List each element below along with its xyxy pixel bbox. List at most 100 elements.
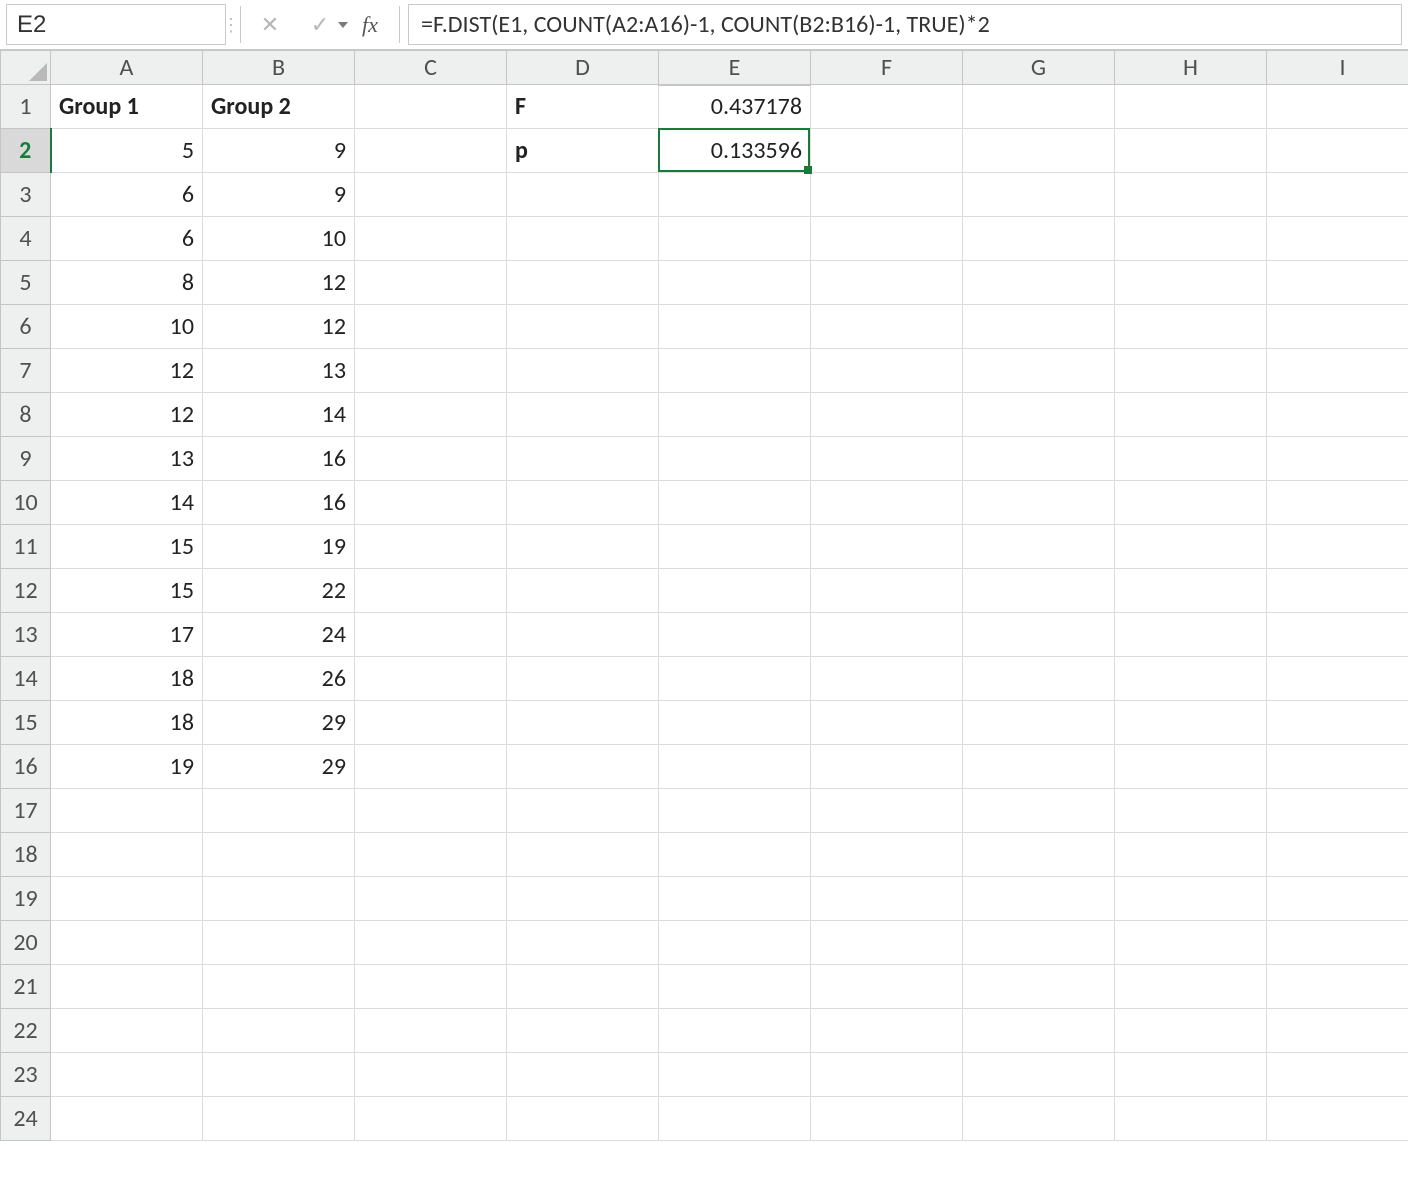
cell-H2[interactable]	[1115, 129, 1267, 173]
cell-H9[interactable]	[1115, 437, 1267, 481]
cell-C13[interactable]	[355, 613, 507, 657]
cell-A14[interactable]: 18	[51, 657, 203, 701]
cell-H23[interactable]	[1115, 1053, 1267, 1097]
cell-G4[interactable]	[963, 217, 1115, 261]
cell-C7[interactable]	[355, 349, 507, 393]
cell-G20[interactable]	[963, 921, 1115, 965]
cell-A6[interactable]: 10	[51, 305, 203, 349]
worksheet[interactable]: A B C D E F G H I 1Group 1Group 2F0.4371…	[0, 50, 1408, 1141]
row-header-11[interactable]: 11	[1, 525, 51, 569]
row-header-18[interactable]: 18	[1, 833, 51, 877]
cell-F9[interactable]	[811, 437, 963, 481]
cell-A9[interactable]: 13	[51, 437, 203, 481]
cell-E2[interactable]: 0.133596	[659, 129, 811, 173]
cell-I2[interactable]	[1267, 129, 1408, 173]
cell-C10[interactable]	[355, 481, 507, 525]
cell-D22[interactable]	[507, 1009, 659, 1053]
cell-F17[interactable]	[811, 789, 963, 833]
cell-C14[interactable]	[355, 657, 507, 701]
cell-F20[interactable]	[811, 921, 963, 965]
cell-B12[interactable]: 22	[203, 569, 355, 613]
cell-B22[interactable]	[203, 1009, 355, 1053]
cell-D20[interactable]	[507, 921, 659, 965]
cell-I7[interactable]	[1267, 349, 1408, 393]
cell-G17[interactable]	[963, 789, 1115, 833]
cell-H4[interactable]	[1115, 217, 1267, 261]
cell-A4[interactable]: 6	[51, 217, 203, 261]
cell-A1[interactable]: Group 1	[51, 85, 203, 129]
cell-E11[interactable]	[659, 525, 811, 569]
cell-A19[interactable]	[51, 877, 203, 921]
cell-I12[interactable]	[1267, 569, 1408, 613]
cell-D14[interactable]	[507, 657, 659, 701]
cell-D6[interactable]	[507, 305, 659, 349]
col-header-C[interactable]: C	[355, 51, 507, 85]
col-header-F[interactable]: F	[811, 51, 963, 85]
cell-E12[interactable]	[659, 569, 811, 613]
cell-F18[interactable]	[811, 833, 963, 877]
cell-I15[interactable]	[1267, 701, 1408, 745]
cell-A17[interactable]	[51, 789, 203, 833]
cell-I21[interactable]	[1267, 965, 1408, 1009]
cell-B7[interactable]: 13	[203, 349, 355, 393]
cell-F1[interactable]	[811, 85, 963, 129]
cell-C16[interactable]	[355, 745, 507, 789]
cell-I18[interactable]	[1267, 833, 1408, 877]
cell-D24[interactable]	[507, 1097, 659, 1141]
cell-H21[interactable]	[1115, 965, 1267, 1009]
cell-I3[interactable]	[1267, 173, 1408, 217]
cell-D4[interactable]	[507, 217, 659, 261]
cell-A2[interactable]: 5	[51, 129, 203, 173]
cell-I22[interactable]	[1267, 1009, 1408, 1053]
cell-B14[interactable]: 26	[203, 657, 355, 701]
name-box[interactable]	[6, 4, 226, 45]
cell-C1[interactable]	[355, 85, 507, 129]
cell-E4[interactable]	[659, 217, 811, 261]
formula-input[interactable]: =F.DIST(E1, COUNT(A2:A16)-1, COUNT(B2:B1…	[408, 4, 1402, 45]
row-header-22[interactable]: 22	[1, 1009, 51, 1053]
cell-D8[interactable]	[507, 393, 659, 437]
row-header-7[interactable]: 7	[1, 349, 51, 393]
cell-E22[interactable]	[659, 1009, 811, 1053]
cell-A5[interactable]: 8	[51, 261, 203, 305]
cell-F6[interactable]	[811, 305, 963, 349]
cell-F24[interactable]	[811, 1097, 963, 1141]
cell-C3[interactable]	[355, 173, 507, 217]
cell-D21[interactable]	[507, 965, 659, 1009]
col-header-G[interactable]: G	[963, 51, 1115, 85]
cell-A12[interactable]: 15	[51, 569, 203, 613]
cell-C2[interactable]	[355, 129, 507, 173]
col-header-E[interactable]: E	[659, 51, 811, 85]
cell-B11[interactable]: 19	[203, 525, 355, 569]
cell-C20[interactable]	[355, 921, 507, 965]
cell-C11[interactable]	[355, 525, 507, 569]
row-header-14[interactable]: 14	[1, 657, 51, 701]
cell-H17[interactable]	[1115, 789, 1267, 833]
cell-I10[interactable]	[1267, 481, 1408, 525]
col-header-B[interactable]: B	[203, 51, 355, 85]
cell-D17[interactable]	[507, 789, 659, 833]
cell-B4[interactable]: 10	[203, 217, 355, 261]
col-header-H[interactable]: H	[1115, 51, 1267, 85]
cell-D1[interactable]: F	[507, 85, 659, 129]
cell-I4[interactable]	[1267, 217, 1408, 261]
cell-H6[interactable]	[1115, 305, 1267, 349]
cell-E10[interactable]	[659, 481, 811, 525]
row-header-2[interactable]: 2	[1, 129, 51, 173]
cell-C8[interactable]	[355, 393, 507, 437]
cell-I11[interactable]	[1267, 525, 1408, 569]
cell-I17[interactable]	[1267, 789, 1408, 833]
cell-B1[interactable]: Group 2	[203, 85, 355, 129]
cell-A8[interactable]: 12	[51, 393, 203, 437]
cell-F13[interactable]	[811, 613, 963, 657]
cell-I16[interactable]	[1267, 745, 1408, 789]
cell-G8[interactable]	[963, 393, 1115, 437]
cell-A20[interactable]	[51, 921, 203, 965]
cell-E5[interactable]	[659, 261, 811, 305]
cell-E13[interactable]	[659, 613, 811, 657]
select-all-corner[interactable]	[1, 51, 51, 85]
cell-A24[interactable]	[51, 1097, 203, 1141]
cell-F14[interactable]	[811, 657, 963, 701]
cell-C18[interactable]	[355, 833, 507, 877]
row-header-8[interactable]: 8	[1, 393, 51, 437]
